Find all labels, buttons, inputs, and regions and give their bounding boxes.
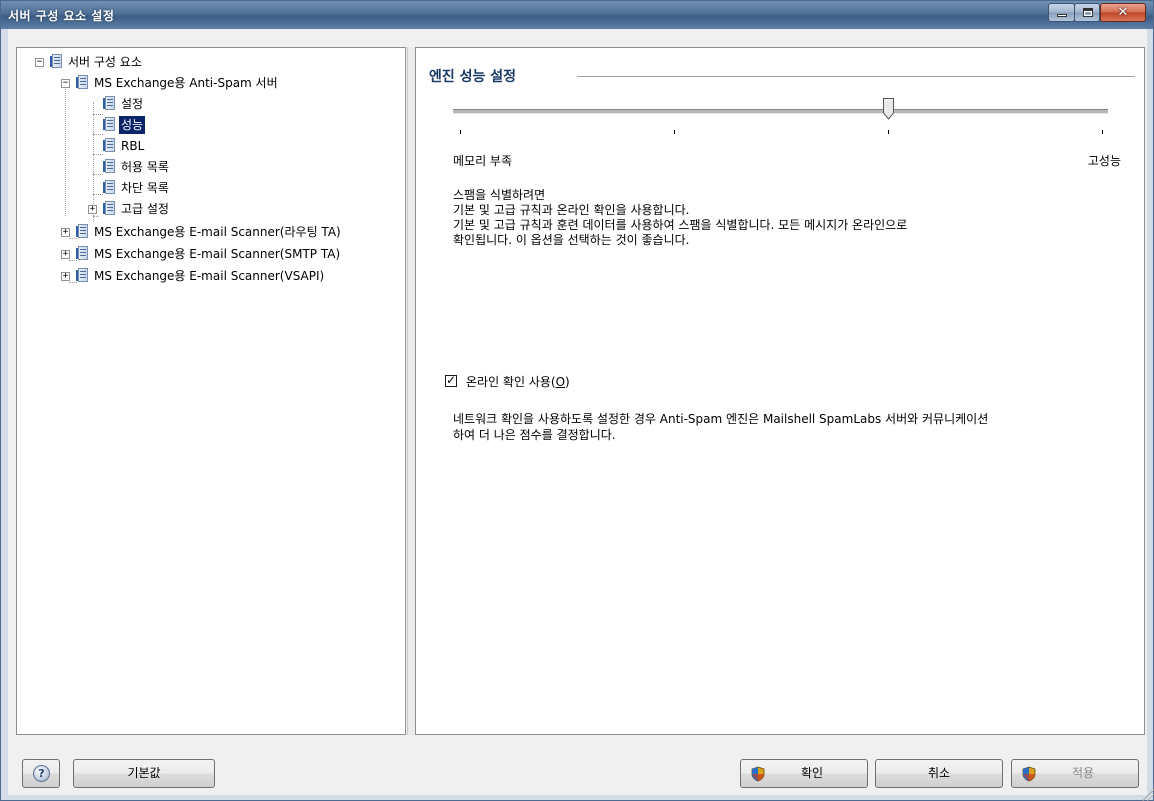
expand-icon[interactable]: + [61, 250, 70, 259]
performance-page-icon [103, 117, 115, 132]
window-title: 서버 구성 요소 설정 [8, 9, 115, 23]
rbl-page-icon [103, 138, 115, 153]
component-icon [76, 268, 88, 283]
close-icon: ✕ [1117, 5, 1129, 20]
component-icon [76, 224, 88, 239]
slider-max-label: 고성능 [1087, 154, 1121, 168]
title-bar[interactable]: 서버 구성 요소 설정 ✕ [1, 1, 1153, 29]
minimize-button[interactable] [1048, 3, 1075, 22]
slider-tick [1102, 130, 1103, 134]
expand-icon[interactable]: + [61, 272, 70, 281]
close-button[interactable]: ✕ [1100, 3, 1146, 22]
minimize-icon [1057, 14, 1067, 17]
tree-label-scanner-routing: MS Exchange용 E-mail Scanner(라우팅 TA) [94, 225, 341, 239]
maximize-button[interactable] [1074, 3, 1100, 22]
slider-tick [674, 130, 675, 134]
tree-connector [93, 134, 103, 135]
tree-label-antispam: MS Exchange용 Anti-Spam 서버 [94, 76, 278, 90]
ok-button-label: 확인 [800, 766, 824, 780]
defaults-button[interactable]: 기본값 [73, 759, 215, 788]
online-check-label[interactable]: 온라인 확인 사용(O) [466, 373, 570, 390]
collapse-icon[interactable]: − [61, 79, 70, 88]
expand-icon[interactable]: + [61, 228, 70, 237]
help-icon: ? [33, 765, 50, 782]
slider-tick [460, 130, 461, 134]
apply-button[interactable]: 적용 [1011, 759, 1139, 788]
tree-label-whitelist: 허용 목록 [121, 160, 169, 174]
tree-label-rbl: RBL [121, 139, 145, 153]
tree-panel[interactable]: − 서버 구성 요소 − MS Exchange용 Anti-Spam 서버 설… [16, 47, 406, 735]
check-icon: ✓ [446, 373, 457, 387]
tree-label-performance: 성능 [119, 116, 146, 134]
tree-label-scanner-smtp: MS Exchange용 E-mail Scanner(SMTP TA) [94, 247, 341, 261]
settings-panel [416, 47, 1145, 735]
slider-tick [888, 130, 889, 134]
component-icon [50, 54, 62, 69]
blacklist-page-icon [103, 180, 115, 195]
tree-connector [93, 194, 103, 195]
advanced-page-icon [103, 201, 115, 216]
component-icon [76, 246, 88, 261]
cancel-button[interactable]: 취소 [875, 759, 1003, 788]
help-button[interactable]: ? [22, 759, 60, 788]
panel-splitter[interactable] [407, 47, 416, 735]
ok-button[interactable]: 확인 [740, 759, 868, 788]
tree-connector [93, 174, 103, 175]
collapse-icon[interactable]: − [35, 58, 44, 67]
resize-grip[interactable] [1142, 789, 1154, 801]
tree-connector [93, 216, 99, 217]
component-icon [76, 75, 88, 90]
settings-page-icon [103, 96, 115, 111]
online-check-label-suffix: ) [565, 375, 570, 389]
defaults-button-label: 기본값 [127, 766, 161, 780]
performance-slider-track[interactable] [453, 109, 1108, 114]
section-title: 엔진 성능 설정 [429, 69, 517, 85]
section-divider [577, 76, 1135, 77]
online-check-accelerator: O [555, 375, 566, 389]
tree-label-root: 서버 구성 요소 [68, 55, 142, 69]
tree-connector [93, 114, 103, 115]
network-check-description: 네트워크 확인을 사용하도록 설정한 경우 Anti-Spam 엔진은 Mail… [453, 412, 989, 442]
apply-button-label: 적용 [1071, 766, 1095, 780]
tree-label-blacklist: 차단 목록 [121, 181, 169, 195]
expand-icon[interactable]: + [88, 205, 97, 214]
tree-label-advanced: 고급 설정 [121, 202, 169, 216]
whitelist-page-icon [103, 159, 115, 174]
slider-min-label: 메모리 부족 [453, 154, 513, 168]
online-check-checkbox[interactable]: ✓ [445, 373, 457, 387]
tree-label-scanner-vsapi: MS Exchange용 E-mail Scanner(VSAPI) [94, 269, 325, 283]
cancel-button-label: 취소 [927, 766, 951, 780]
tree-connector [93, 154, 103, 155]
tree-label-settings: 설정 [121, 97, 144, 111]
performance-description: 스팸을 식별하려면 기본 및 고급 규칙과 온라인 확인을 사용합니다. 기본 … [453, 188, 908, 247]
online-check-label-prefix: 온라인 확인 사용( [466, 375, 556, 389]
maximize-icon [1083, 8, 1093, 17]
performance-slider-thumb[interactable] [883, 98, 894, 120]
tree-connector [65, 82, 66, 216]
